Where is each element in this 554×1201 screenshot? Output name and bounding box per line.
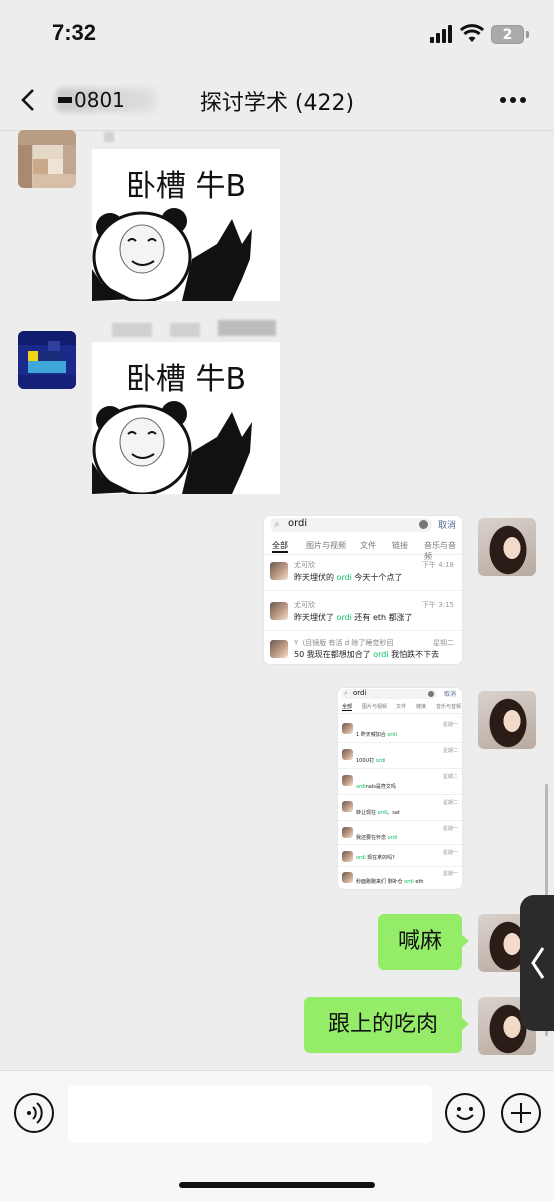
search-query: ordi <box>288 518 308 529</box>
result-avatar <box>270 562 288 580</box>
result-time: 星期二 <box>442 774 458 780</box>
sender-name-blur-2b <box>170 323 200 337</box>
result-avatar <box>342 851 353 862</box>
screenshot-image-1[interactable]: ⌕ ordi 取消 全部 图片与视频 文件 链接 音乐与音频 尤可欣 下午 4:… <box>264 516 462 664</box>
cancel-link: 取消 <box>444 691 457 698</box>
result-time: 星期二 <box>442 800 458 806</box>
wifi-icon <box>460 24 484 42</box>
search-result-row: 星期一 我还要在怀念 ordi <box>338 822 462 845</box>
search-bar: ⌕ ordi <box>341 689 437 699</box>
emoji-icon[interactable] <box>445 1093 485 1133</box>
result-message: ordi 现在拿的吗? <box>356 855 395 861</box>
search-query: ordi <box>353 689 367 697</box>
chat-header: 0801 探讨学术 (422) <box>0 70 554 131</box>
result-name: 尤可欣 <box>294 601 315 609</box>
search-result-row: 星期一 1 昨天喊加合 ordi <box>338 718 462 743</box>
result-time: 星期一 <box>442 722 458 728</box>
result-avatar <box>270 640 288 658</box>
result-avatar <box>270 602 288 620</box>
search-result-row: 尤可欣 下午 4:18 昨天埋伏的 ordi 今天十个点了 <box>264 558 462 591</box>
tab-files: 文件 <box>360 541 376 550</box>
tab-links: 链接 <box>416 704 427 710</box>
search-result-row: 星期二 转让现在 ordi。sat <box>338 796 462 821</box>
sender-name-blur-1 <box>104 132 114 142</box>
status-time: 7:32 <box>52 20 97 45</box>
result-avatar <box>342 872 353 883</box>
result-message: 50 我现在都想加合了 ordi 我怕跌不下去 <box>294 650 440 659</box>
search-icon: ⌕ <box>344 689 348 697</box>
result-avatar <box>342 749 353 760</box>
home-indicator <box>179 1182 375 1188</box>
result-message: 我还要在怀念 ordi <box>356 835 398 841</box>
search-result-row: 星期二 100U打 ordi <box>338 744 462 769</box>
result-time: 星期一 <box>442 871 458 877</box>
text-message-bubble[interactable]: 喊麻 <box>378 914 469 970</box>
result-message: ordinals是符文吗 <box>356 784 396 790</box>
tab-all: 全部 <box>342 704 353 711</box>
result-name: Y（目镜版 有活 d 除了睡觉秒回 <box>294 639 394 647</box>
panda-meme-icon <box>92 208 252 301</box>
text-message-bubble[interactable]: 跟上的吃肉 <box>304 997 469 1053</box>
search-result-row: Y（目镜版 有活 d 除了睡觉秒回 星期二 50 我现在都想加合了 ordi 我… <box>264 636 462 664</box>
result-time: 星期二 <box>442 748 458 754</box>
sender-name-blur-2c <box>218 320 276 336</box>
clear-icon <box>419 520 428 529</box>
result-time: 星期一 <box>442 850 458 856</box>
tab-media: 图片与视频 <box>306 541 346 550</box>
sticker-image-2[interactable]: 卧槽 牛B <box>92 342 280 494</box>
voice-icon[interactable] <box>14 1093 54 1133</box>
search-bar: ⌕ ordi <box>270 518 432 532</box>
result-avatar <box>342 775 353 786</box>
tab-audio: 音乐与音频 <box>436 704 462 710</box>
result-avatar <box>342 827 353 838</box>
result-message: 昨天埋伏了 ordi 还有 eth 都涨了 <box>294 613 413 622</box>
result-time: 星期一 <box>442 826 458 832</box>
avatar-self[interactable] <box>478 518 536 576</box>
message-input[interactable] <box>68 1085 432 1143</box>
result-time: 下午 4:18 <box>422 561 454 569</box>
chat-title: 探讨学术 (422) <box>199 91 355 116</box>
avatar-self[interactable] <box>478 691 536 749</box>
cancel-link: 取消 <box>438 521 457 531</box>
result-message: 秒面跑跑来们 剩补仓 ordi eth <box>356 879 424 885</box>
status-bar: 7:32 2 <box>0 0 554 70</box>
chevron-left-icon <box>531 947 545 979</box>
tab-strip: 全部 图片与视频 文件 链接 音乐与音频 <box>264 540 462 561</box>
result-message: 昨天埋伏的 ordi 今天十个点了 <box>294 573 403 582</box>
avatar-member-1[interactable] <box>18 130 76 188</box>
search-result-row: 尤可欣 下午 3:15 昨天埋伏了 ordi 还有 eth 都涨了 <box>264 598 462 631</box>
battery-icon: 2 <box>491 25 524 44</box>
tab-links: 链接 <box>392 541 408 550</box>
signal-icon <box>430 25 456 43</box>
result-message: 转让现在 ordi。sat <box>356 810 400 816</box>
search-result-row: 星期一 ordi 现在拿的吗? <box>338 846 462 867</box>
more-options-icon[interactable] <box>500 97 528 105</box>
tab-media: 图片与视频 <box>362 704 388 710</box>
result-time: 星期二 <box>433 639 454 647</box>
tab-all: 全部 <box>272 540 288 553</box>
result-message: 1 昨天喊加合 ordi <box>356 732 397 738</box>
result-avatar <box>342 723 353 734</box>
result-avatar <box>342 801 353 812</box>
tab-strip: 全部 图片与视频 文件 链接 音乐与音频 <box>338 703 462 714</box>
result-message: 100U打 ordi <box>356 758 386 764</box>
floating-side-tab[interactable] <box>520 895 554 1031</box>
sender-name-blur-2a <box>112 323 152 337</box>
search-result-row: 星期二 ordinals是符文吗 <box>338 770 462 795</box>
screenshot-image-2[interactable]: ⌕ ordi 取消 全部 图片与视频 文件 链接 音乐与音频 星期一 1 昨天喊… <box>338 688 462 889</box>
search-result-row: 星期一 秒面跑跑来们 剩补仓 ordi eth <box>338 868 462 888</box>
result-time: 下午 3:15 <box>422 601 454 609</box>
avatar-member-2[interactable] <box>18 331 76 389</box>
plus-icon[interactable] <box>501 1093 541 1133</box>
panda-meme-icon <box>92 401 252 494</box>
sticker-image-1[interactable]: 卧槽 牛B <box>92 149 280 301</box>
clear-icon <box>428 691 434 697</box>
tab-files: 文件 <box>396 704 407 710</box>
search-icon: ⌕ <box>274 519 280 530</box>
result-name: 尤可欣 <box>294 561 315 569</box>
battery-nub <box>526 31 529 38</box>
